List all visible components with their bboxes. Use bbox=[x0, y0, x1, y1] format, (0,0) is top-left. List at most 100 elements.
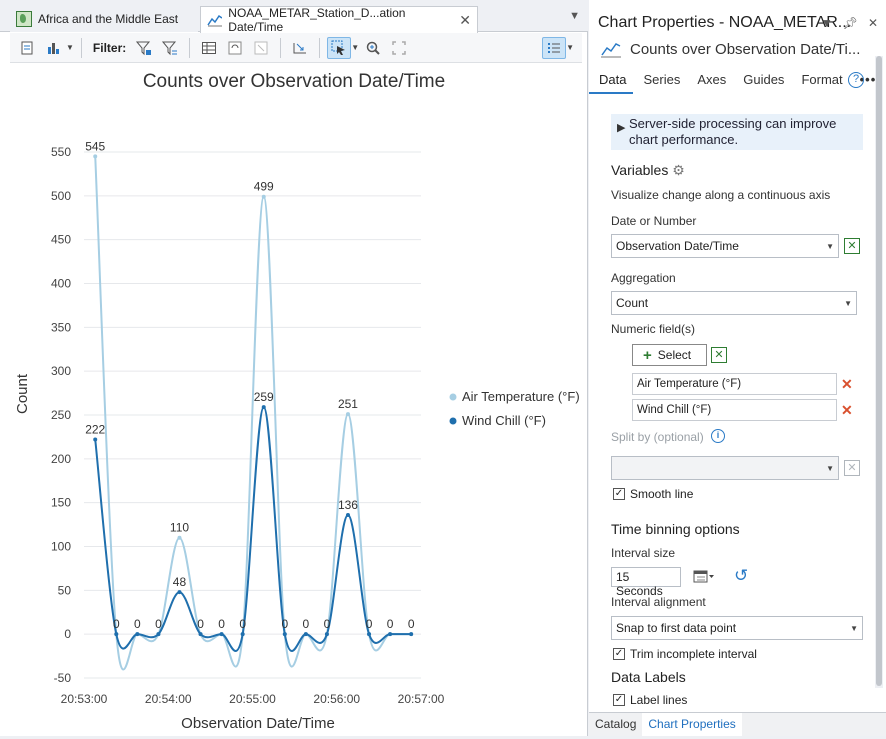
numeric-field-item[interactable]: Wind Chill (°F) bbox=[632, 399, 837, 421]
y-tick-label: 50 bbox=[58, 583, 72, 597]
y-tick-label: 100 bbox=[51, 540, 71, 554]
clear-selection-icon[interactable] bbox=[249, 37, 273, 59]
data-point[interactable] bbox=[324, 632, 329, 637]
date-field-select[interactable]: Observation Date/Time ▼ bbox=[611, 234, 839, 258]
time-binning-heading: Time binning options bbox=[611, 521, 740, 537]
data-label: 0 bbox=[239, 617, 246, 631]
smooth-line-option[interactable]: ✓ Smooth line bbox=[613, 487, 693, 501]
filter-selection-icon[interactable] bbox=[132, 37, 156, 59]
smooth-line-checkbox[interactable]: ✓ bbox=[613, 488, 625, 500]
data-point[interactable] bbox=[177, 535, 182, 540]
select-fields-button[interactable]: + Select bbox=[632, 344, 707, 366]
legend-item[interactable]: Air Temperature (°F) bbox=[462, 389, 580, 404]
chart-toolbar: ▼ Filter: ▼ ▼ bbox=[10, 33, 582, 63]
x-tick-label: 20:55:00 bbox=[229, 692, 276, 706]
scrollbar[interactable] bbox=[875, 56, 883, 688]
close-icon[interactable]: ✕ bbox=[459, 12, 471, 29]
table-icon[interactable] bbox=[197, 37, 221, 59]
chevron-down-icon[interactable]: ▼ bbox=[66, 43, 74, 52]
tab-catalog[interactable]: Catalog bbox=[589, 713, 642, 736]
info-icon[interactable]: i bbox=[711, 429, 725, 443]
full-extent-icon[interactable] bbox=[387, 37, 411, 59]
tab-series[interactable]: Series bbox=[633, 70, 687, 94]
pane-options-icon[interactable]: ▼ bbox=[821, 16, 833, 30]
legend-item[interactable]: Wind Chill (°F) bbox=[462, 413, 546, 428]
data-point[interactable] bbox=[388, 632, 393, 637]
trim-interval-checkbox[interactable]: ✓ bbox=[613, 648, 625, 660]
data-point[interactable] bbox=[367, 632, 372, 637]
data-point[interactable] bbox=[261, 405, 266, 410]
toolbar-divider bbox=[319, 37, 321, 58]
data-point[interactable] bbox=[93, 154, 98, 159]
reset-icon[interactable]: ↺ bbox=[734, 566, 748, 586]
switch-selection-icon[interactable] bbox=[223, 37, 247, 59]
y-tick-label: 200 bbox=[51, 452, 71, 466]
data-point[interactable] bbox=[409, 632, 414, 637]
data-point[interactable] bbox=[219, 632, 224, 637]
select-tool-icon[interactable] bbox=[327, 36, 352, 59]
scrollbar-thumb[interactable] bbox=[876, 56, 882, 686]
tab-axes[interactable]: Axes bbox=[687, 70, 733, 94]
series-line[interactable] bbox=[94, 156, 412, 671]
tab-list-dropdown-icon[interactable]: ▼ bbox=[569, 10, 580, 22]
gear-icon[interactable]: ⚙ bbox=[672, 162, 685, 178]
data-point[interactable] bbox=[156, 632, 161, 637]
label-lines-option[interactable]: ✓ Label lines bbox=[613, 693, 687, 707]
remove-field-icon[interactable]: ✕ bbox=[841, 402, 853, 419]
data-label: 0 bbox=[303, 617, 310, 631]
data-point[interactable] bbox=[282, 632, 287, 637]
data-label: 136 bbox=[338, 498, 358, 512]
y-tick-label: 0 bbox=[64, 627, 71, 641]
clear-numeric-fields-icon[interactable]: ✕ bbox=[711, 347, 727, 363]
tab-format[interactable]: Format bbox=[791, 70, 849, 94]
tab-africa-map[interactable]: Africa and the Middle East bbox=[10, 6, 198, 32]
tab-data[interactable]: Data bbox=[589, 70, 634, 94]
data-label: 0 bbox=[134, 617, 141, 631]
data-point[interactable] bbox=[177, 590, 182, 595]
chevron-down-icon[interactable]: ▼ bbox=[566, 43, 574, 52]
data-point[interactable] bbox=[198, 632, 203, 637]
filter-extent-icon[interactable] bbox=[158, 37, 182, 59]
help-icon[interactable]: ? bbox=[848, 72, 864, 88]
aggregation-select[interactable]: Count ▼ bbox=[611, 291, 857, 315]
data-point[interactable] bbox=[135, 632, 140, 637]
label-lines-checkbox[interactable]: ✓ bbox=[613, 694, 625, 706]
aggregation-label: Aggregation bbox=[611, 271, 676, 285]
interval-alignment-label: Interval alignment bbox=[611, 595, 706, 609]
chart-area: -50 0 50 100 150 200 250 300 350 400 450 500 550 20:5… bbox=[10, 64, 582, 736]
server-processing-banner[interactable]: ▶ Server-side processing can improve cha… bbox=[611, 114, 863, 150]
aggregation-value: Count bbox=[616, 296, 649, 310]
pin-icon[interactable]: 📌︎ bbox=[843, 16, 858, 30]
trim-interval-option[interactable]: ✓ Trim incomplete interval bbox=[613, 647, 757, 661]
numeric-field-item[interactable]: Air Temperature (°F) bbox=[632, 373, 837, 395]
filter-label: Filter: bbox=[92, 40, 127, 55]
data-point[interactable] bbox=[114, 632, 119, 637]
zoom-to-selection-icon[interactable] bbox=[288, 37, 312, 59]
interval-alignment-select[interactable]: Snap to first data point ▼ bbox=[611, 616, 863, 640]
date-field-value: Observation Date/Time bbox=[616, 239, 739, 253]
data-point[interactable] bbox=[303, 632, 308, 637]
interval-size-input[interactable]: 15 Seconds bbox=[611, 567, 681, 598]
data-point[interactable] bbox=[240, 632, 245, 637]
clear-date-field-icon[interactable]: ✕ bbox=[844, 238, 860, 254]
close-icon[interactable]: ✕ bbox=[868, 16, 878, 30]
remove-field-icon[interactable]: ✕ bbox=[841, 376, 853, 393]
legend-list-icon[interactable] bbox=[542, 36, 567, 59]
chart-type-icon[interactable] bbox=[42, 37, 66, 59]
tab-chart[interactable]: NOAA_METAR_Station_D...ation Date/Time ✕ bbox=[200, 6, 478, 34]
tab-guides[interactable]: Guides bbox=[733, 70, 791, 94]
chevron-down-icon: ▼ bbox=[850, 623, 858, 633]
tab-chart-properties[interactable]: Chart Properties bbox=[642, 713, 742, 736]
zoom-in-icon[interactable] bbox=[361, 37, 385, 59]
properties-icon[interactable] bbox=[16, 37, 40, 59]
clear-split-by-icon[interactable]: ✕ bbox=[844, 460, 860, 476]
data-point[interactable] bbox=[345, 412, 350, 417]
chevron-down-icon[interactable]: ▼ bbox=[351, 43, 359, 52]
calendar-icon[interactable] bbox=[693, 568, 715, 587]
series-line[interactable] bbox=[94, 406, 412, 652]
data-point[interactable] bbox=[93, 437, 98, 442]
split-by-select[interactable]: ▼ bbox=[611, 456, 839, 480]
data-point[interactable] bbox=[345, 512, 350, 517]
line-chart[interactable]: -50 0 50 100 150 200 250 300 350 400 450 500 550 20:5… bbox=[10, 64, 582, 736]
data-point[interactable] bbox=[261, 194, 266, 199]
